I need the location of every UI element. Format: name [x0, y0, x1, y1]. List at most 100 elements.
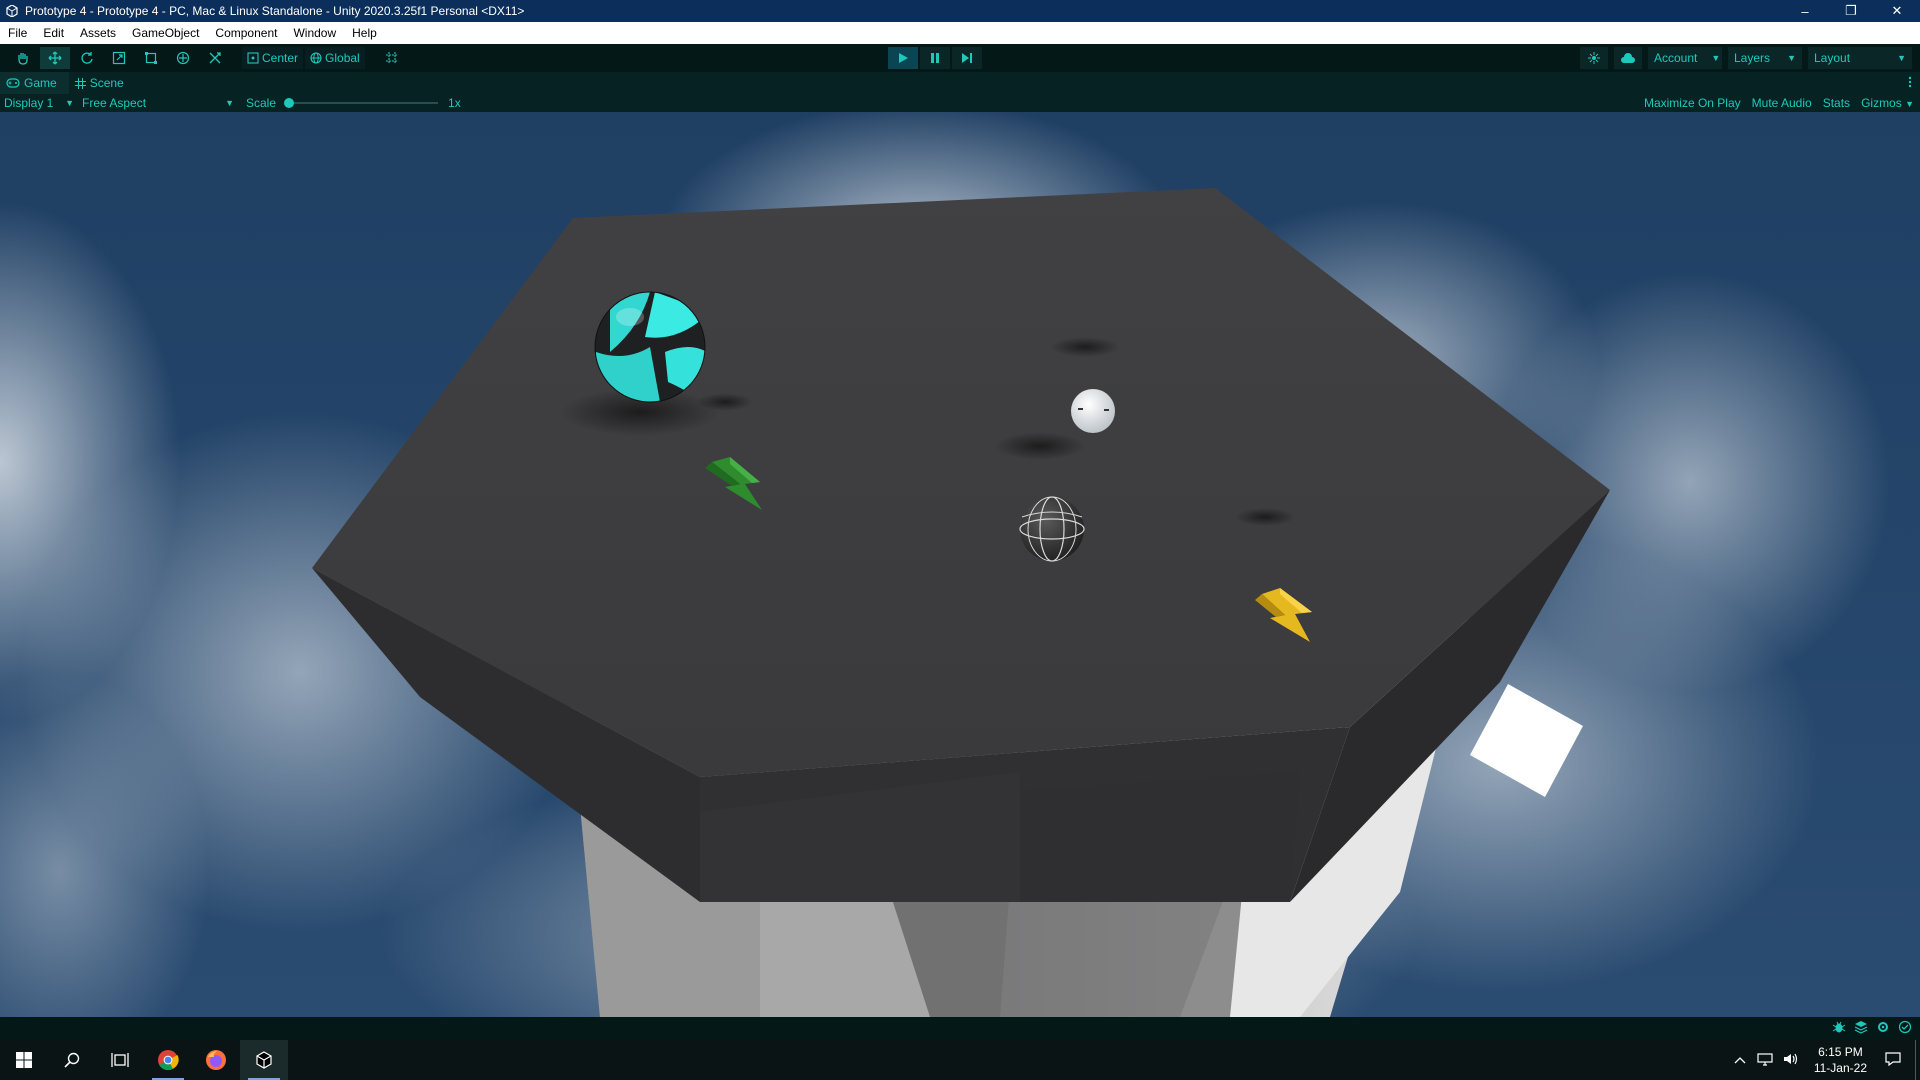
rotate-tool-button[interactable]	[72, 47, 102, 69]
tab-scene-label: Scene	[89, 76, 124, 90]
taskbar-chrome[interactable]	[144, 1040, 192, 1080]
scale-icon	[112, 51, 126, 65]
chevron-down-icon: ▼	[1897, 53, 1906, 63]
move-icon	[48, 51, 62, 65]
rotate-icon	[81, 52, 93, 64]
chevron-up-icon[interactable]	[1728, 1053, 1752, 1067]
transform-tool-button[interactable]	[168, 47, 198, 69]
gizmos-label: Gizmos	[1861, 96, 1902, 110]
pause-icon	[931, 53, 939, 63]
scale-slider-thumb[interactable]	[284, 98, 295, 108]
menu-edit[interactable]: Edit	[35, 22, 72, 44]
layers-stack-icon[interactable]	[1854, 1020, 1868, 1034]
show-desktop-button[interactable]	[1915, 1040, 1920, 1080]
restore-button[interactable]: ❐	[1828, 0, 1874, 22]
maximize-on-play-toggle[interactable]: Maximize On Play	[1644, 96, 1741, 110]
volume-icon[interactable]	[1778, 1052, 1804, 1069]
tab-options-icon[interactable]	[1908, 76, 1912, 91]
scale-label: Scale	[246, 96, 277, 110]
aspect-dropdown[interactable]: Free Aspect ▼	[78, 94, 238, 112]
close-button[interactable]: ✕	[1874, 0, 1920, 22]
layout-dropdown[interactable]: Layout ▼	[1808, 47, 1912, 69]
menu-assets[interactable]: Assets	[72, 22, 124, 44]
move-tool-button[interactable]	[40, 47, 70, 69]
hand-tool-button[interactable]	[8, 47, 38, 69]
hand-icon	[18, 53, 28, 65]
pivot-rotation-label: Global	[325, 51, 360, 65]
view-tab-bar: Game Scene	[0, 72, 1920, 94]
rect-tool-button[interactable]	[136, 47, 166, 69]
display-label: Display 1	[4, 96, 54, 110]
cloud-icon	[1621, 53, 1635, 63]
aspect-label: Free Aspect	[82, 96, 147, 110]
notifications-icon[interactable]	[1877, 1051, 1915, 1069]
chevron-down-icon: ▼	[1787, 53, 1796, 63]
unity-icon	[256, 1051, 272, 1069]
pause-button[interactable]	[920, 47, 950, 69]
pivot-rotation-toggle[interactable]: Global	[305, 47, 365, 69]
system-tray: 6:15 PM 11-Jan-22	[1728, 1040, 1920, 1080]
tools-icon	[209, 52, 221, 64]
window-title: Prototype 4 - Prototype 4 - PC, Mac & Li…	[25, 4, 525, 18]
bug-icon[interactable]	[1832, 1020, 1846, 1034]
tab-scene[interactable]: Scene	[69, 72, 136, 94]
display-dropdown[interactable]: Display 1 ▼	[0, 94, 78, 112]
game-view[interactable]	[0, 112, 1920, 1017]
scale-tool-button[interactable]	[104, 47, 134, 69]
pivot-mode-label: Center	[262, 51, 299, 65]
menu-file[interactable]: File	[0, 22, 35, 44]
search-button[interactable]	[48, 1040, 96, 1080]
custom-tool-button[interactable]	[200, 47, 230, 69]
account-dropdown[interactable]: Account ▼	[1648, 47, 1722, 69]
windows-start-icon	[16, 1052, 32, 1068]
transform-icon	[176, 51, 190, 65]
network-icon[interactable]	[1752, 1052, 1778, 1069]
chevron-down-icon: ▼	[1905, 99, 1914, 109]
play-icon	[899, 53, 908, 63]
mute-audio-toggle[interactable]: Mute Audio	[1752, 96, 1812, 110]
menu-window[interactable]: Window	[285, 22, 344, 44]
playback-controls	[888, 47, 982, 69]
check-circle-icon[interactable]	[1898, 1020, 1912, 1034]
toolbar-right: Account ▼ Layers ▼ Layout ▼	[1580, 47, 1912, 69]
scale-slider[interactable]	[284, 98, 439, 108]
layers-dropdown[interactable]: Layers ▼	[1728, 47, 1802, 69]
settings-icon[interactable]	[1876, 1020, 1890, 1034]
chrome-icon	[158, 1050, 179, 1071]
taskbar-unity[interactable]	[240, 1040, 288, 1080]
clock-time: 6:15 PM	[1818, 1045, 1863, 1059]
collab-button[interactable]	[1580, 47, 1608, 69]
menu-help[interactable]: Help	[344, 22, 385, 44]
editor-status-bar	[0, 1017, 1920, 1040]
step-icon	[962, 53, 972, 63]
layers-label: Layers	[1734, 51, 1771, 65]
search-icon	[64, 1052, 80, 1068]
cloud-button[interactable]	[1614, 47, 1642, 69]
start-button[interactable]	[0, 1040, 48, 1080]
stats-toggle[interactable]: Stats	[1823, 96, 1850, 110]
chevron-down-icon: ▼	[65, 98, 74, 108]
step-button[interactable]	[952, 47, 982, 69]
play-button[interactable]	[888, 47, 918, 69]
scale-value: 1x	[448, 96, 461, 110]
pivot-mode-toggle[interactable]: Center	[242, 47, 304, 69]
menu-gameobject[interactable]: GameObject	[124, 22, 207, 44]
minimize-button[interactable]: –	[1782, 0, 1828, 22]
menu-component[interactable]: Component	[207, 22, 285, 44]
chevron-down-icon: ▼	[225, 98, 234, 108]
gizmos-dropdown[interactable]: Gizmos ▼	[1861, 96, 1914, 110]
tab-game[interactable]: Game	[0, 72, 69, 94]
game-view-options: Maximize On Play Mute Audio Stats Gizmos…	[1644, 94, 1914, 112]
tab-game-label: Game	[24, 76, 57, 90]
title-bar: Prototype 4 - Prototype 4 - PC, Mac & Li…	[0, 0, 1920, 22]
task-view-button[interactable]	[96, 1040, 144, 1080]
game-view-toolbar: Display 1 ▼ Free Aspect ▼ Scale 1x Maxim…	[0, 94, 1920, 112]
pivot-center-icon	[247, 52, 259, 64]
taskbar-clock[interactable]: 6:15 PM 11-Jan-22	[1804, 1044, 1877, 1076]
clock-date: 11-Jan-22	[1813, 1061, 1867, 1075]
os-taskbar: 6:15 PM 11-Jan-22	[0, 1040, 1920, 1080]
taskbar-firefox[interactable]	[192, 1040, 240, 1080]
grid-snap-button[interactable]	[377, 47, 407, 69]
globe-icon	[310, 52, 322, 64]
task-view-icon	[111, 1053, 129, 1067]
